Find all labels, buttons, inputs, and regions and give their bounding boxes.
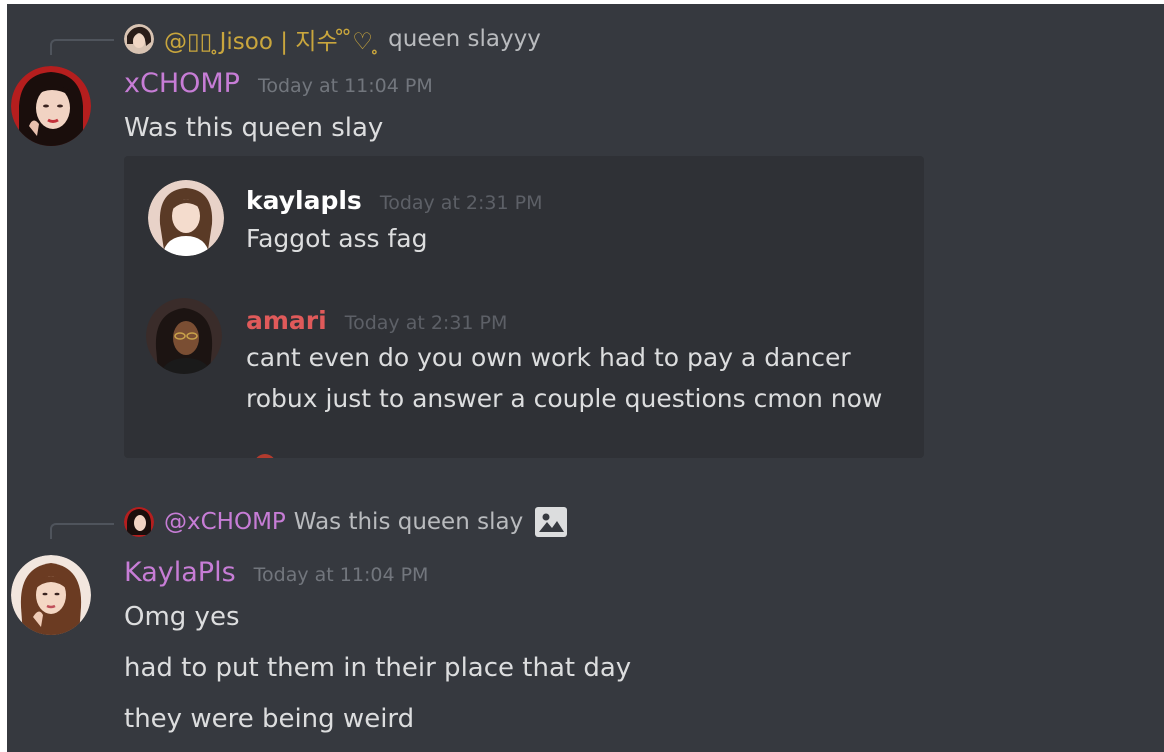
reply-text[interactable]: queen slayyy [388,26,541,52]
reply-author-avatar [124,507,154,537]
embed-user-avatar [146,298,222,374]
message-text: had to put them in their place that day [124,653,632,683]
reply-author-avatar [124,24,154,54]
embed-message-text: cant even do you own work had to pay a d… [246,343,851,372]
message-header: xCHOMP Today at 11:04 PM [124,68,433,99]
chat-messages-area: @▯▯ ̥Jisoo | 지수 ̊ ̊♡ ̥ queen slayyy xCHO… [7,4,1164,752]
reply-spine [50,523,114,539]
reply-spine [50,39,114,55]
message-text: Was this queen slay [124,113,384,143]
reply-reference[interactable]: @▯▯ ̥Jisoo | 지수 ̊ ̊♡ ̥ queen slayyy [124,22,541,56]
timestamp: Today at 11:04 PM [257,75,433,97]
embed-timestamp: Today at 2:31 PM [379,192,543,214]
reply-author[interactable]: @▯▯ ̥Jisoo | 지수 ̊ ̊♡ ̥ [164,22,380,56]
image-attachment[interactable]: kaylapls Today at 2:31 PM Faggot ass fag… [124,156,924,458]
username[interactable]: KaylaPls [124,557,236,588]
image-icon [535,507,568,537]
user-avatar[interactable] [11,555,91,635]
reply-author[interactable]: @xCHOMP [164,509,286,535]
cropped-avatar [254,454,276,458]
username[interactable]: xCHOMP [124,68,240,99]
user-avatar[interactable] [11,66,91,146]
embed-message-header: amari Today at 2:31 PM [246,306,507,335]
reply-reference[interactable]: @xCHOMP Was this queen slay [124,507,568,537]
timestamp: Today at 11:04 PM [253,564,429,586]
message-text: they were being weird [124,704,415,734]
embed-username: amari [246,306,327,335]
embed-message-header: kaylapls Today at 2:31 PM [246,186,543,215]
embed-timestamp: Today at 2:31 PM [344,312,508,334]
embed-username: kaylapls [246,186,362,215]
message-text: Omg yes [124,602,240,632]
embed-message-text: robux just to answer a couple questions … [246,384,883,413]
embed-user-avatar [148,180,224,256]
message-header: KaylaPls Today at 11:04 PM [124,557,428,588]
reply-text[interactable]: Was this queen slay [294,509,523,535]
embed-message-text: Faggot ass fag [246,224,428,253]
